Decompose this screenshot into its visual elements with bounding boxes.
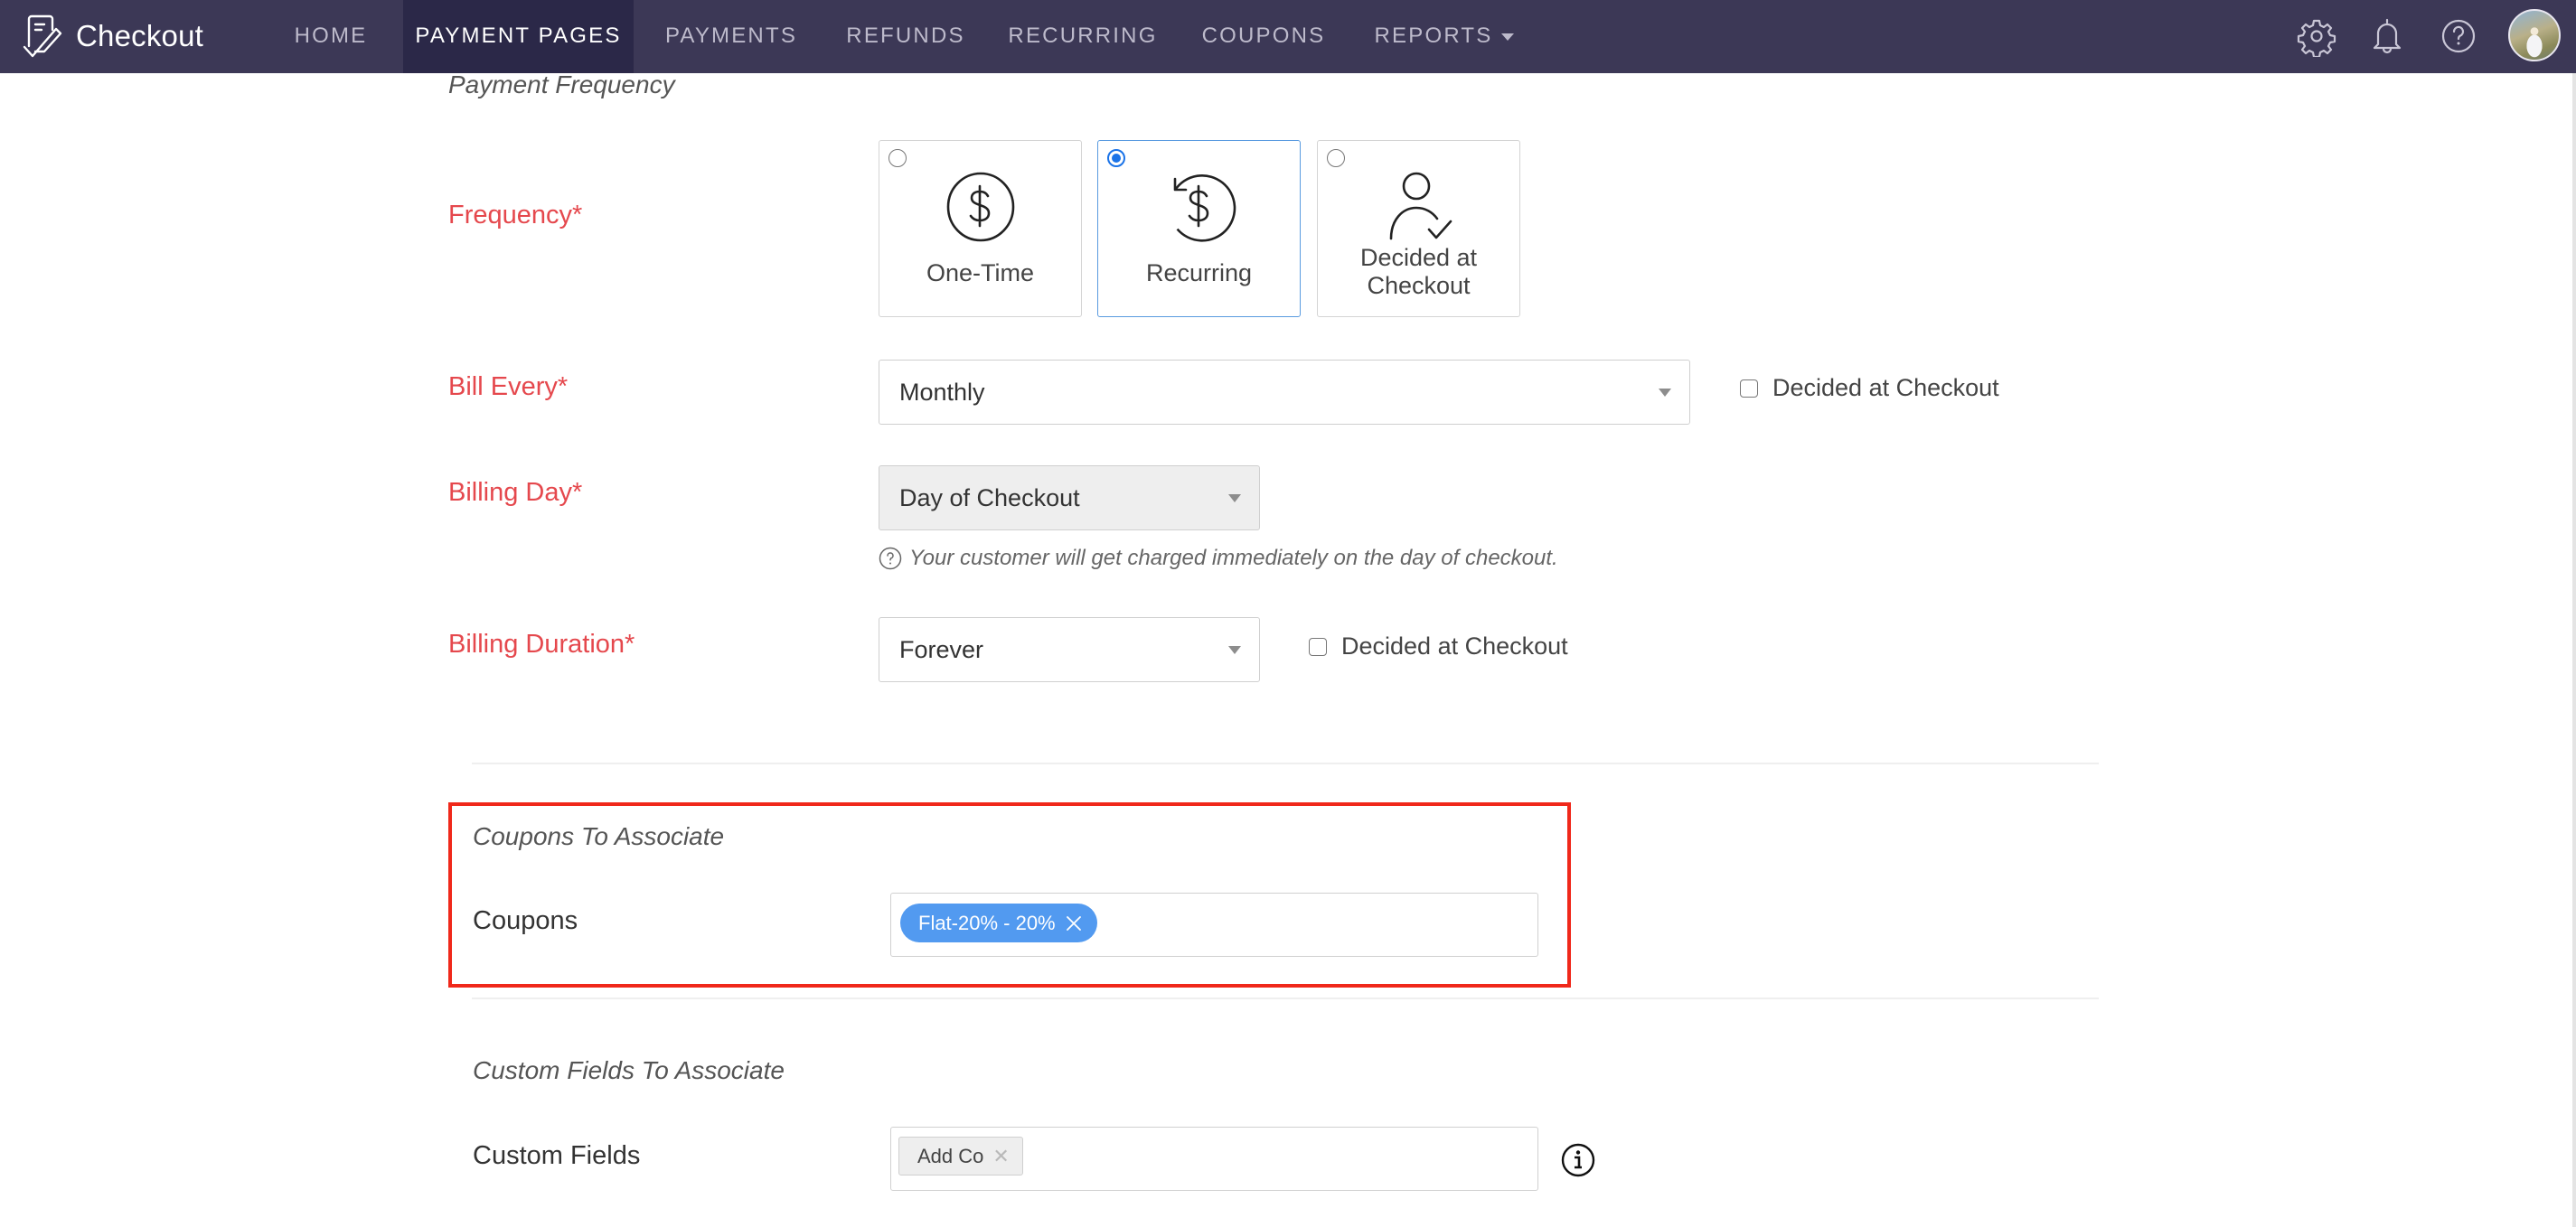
custom-fields-input[interactable]: Add Co ✕: [890, 1127, 1538, 1191]
section-title-custom-fields: Custom Fields To Associate: [473, 1056, 785, 1084]
billing-day-select[interactable]: Day of Checkout: [879, 465, 1260, 530]
billing-duration-value: Forever: [899, 635, 984, 663]
billing-day-label: Billing Day*: [448, 478, 583, 507]
radio-decided-at-checkout[interactable]: [1327, 149, 1345, 167]
section-title-payment-frequency: Payment Frequency: [448, 70, 675, 98]
frequency-label: Frequency*: [448, 201, 583, 229]
bill-every-select[interactable]: Monthly: [879, 360, 1690, 425]
nav-refunds[interactable]: REFUNDS: [833, 0, 978, 73]
billing-duration-select[interactable]: Forever: [879, 617, 1260, 682]
custom-fields-label: Custom Fields: [473, 1141, 641, 1170]
billing-day-help: Your customer will get charged immediate…: [879, 546, 1558, 571]
nav-payment-pages[interactable]: PAYMENT PAGES: [403, 0, 634, 73]
billing-duration-decided-checkbox[interactable]: Decided at Checkout: [1309, 632, 1568, 660]
dropdown-caret-icon: [1228, 494, 1241, 502]
nav-recurring[interactable]: RECURRING: [1003, 0, 1162, 73]
frequency-option-decided-at-checkout[interactable]: Decided at Checkout: [1317, 140, 1520, 317]
nav-reports-label: REPORTS: [1374, 23, 1493, 48]
checkbox-label: Decided at Checkout: [1341, 632, 1568, 660]
checkbox-label: Decided at Checkout: [1772, 374, 1999, 401]
scrollbar[interactable]: [2572, 73, 2576, 1227]
info-icon[interactable]: [1560, 1142, 1596, 1178]
option-label: One-Time: [926, 259, 1035, 286]
bill-every-decided-checkbox[interactable]: Decided at Checkout: [1740, 374, 1999, 402]
notifications-button[interactable]: [2366, 15, 2408, 57]
option-label: Decided at Checkout: [1359, 244, 1478, 299]
section-divider: [472, 763, 2099, 764]
nav-payments[interactable]: PAYMENTS: [654, 0, 808, 73]
billing-duration-label: Billing Duration*: [448, 630, 635, 659]
section-divider: [472, 998, 2099, 999]
bell-icon: [2373, 18, 2402, 54]
radio-recurring[interactable]: [1107, 149, 1125, 167]
option-label: Recurring: [1145, 259, 1253, 286]
settings-button[interactable]: [2296, 15, 2337, 59]
chevron-down-icon: [1501, 33, 1515, 41]
help-button[interactable]: [2438, 15, 2479, 57]
brand-logo[interactable]: Checkout: [22, 13, 203, 60]
section-title-coupons: Coupons To Associate: [473, 822, 725, 850]
bill-every-value: Monthly: [899, 378, 985, 406]
dollar-circle-icon: [946, 172, 1014, 242]
help-text: Your customer will get charged immediate…: [909, 546, 1558, 570]
avatar[interactable]: [2508, 9, 2561, 61]
coupon-chip: Flat-20% - 20%: [900, 904, 1097, 942]
coupons-input[interactable]: Flat-20% - 20%: [890, 893, 1538, 957]
coupons-label: Coupons: [473, 906, 578, 935]
frequency-option-one-time[interactable]: One-Time: [879, 140, 1082, 317]
bill-every-label: Bill Every*: [448, 372, 569, 401]
dropdown-caret-icon: [1659, 389, 1671, 397]
help-icon: [2441, 19, 2476, 53]
checkbox[interactable]: [1309, 637, 1327, 656]
gear-icon: [2297, 19, 2336, 59]
question-circle-icon: [879, 547, 902, 570]
checkbox[interactable]: [1740, 379, 1758, 398]
app-name: Checkout: [76, 19, 204, 52]
nav-home[interactable]: HOME: [277, 0, 385, 73]
recurring-dollar-icon: [1173, 173, 1236, 242]
dropdown-caret-icon: [1228, 646, 1241, 654]
nav-coupons[interactable]: COUPONS: [1195, 0, 1332, 73]
user-check-icon: [1389, 172, 1452, 240]
billing-day-value: Day of Checkout: [899, 483, 1080, 511]
nav-reports[interactable]: REPORTS: [1372, 0, 1517, 73]
custom-field-chip-label: Add Co: [917, 1144, 984, 1167]
coupon-chip-label: Flat-20% - 20%: [918, 911, 1056, 934]
remove-coupon-icon[interactable]: [1065, 914, 1083, 932]
top-nav: Checkout HOME PAYMENT PAGES PAYMENTS REF…: [0, 0, 2576, 73]
custom-field-chip: Add Co ✕: [898, 1137, 1023, 1175]
frequency-option-recurring[interactable]: Recurring: [1097, 140, 1301, 317]
checkout-logo-icon: [23, 14, 62, 58]
radio-one-time[interactable]: [888, 149, 907, 167]
remove-custom-field-icon[interactable]: ✕: [992, 1145, 1009, 1168]
